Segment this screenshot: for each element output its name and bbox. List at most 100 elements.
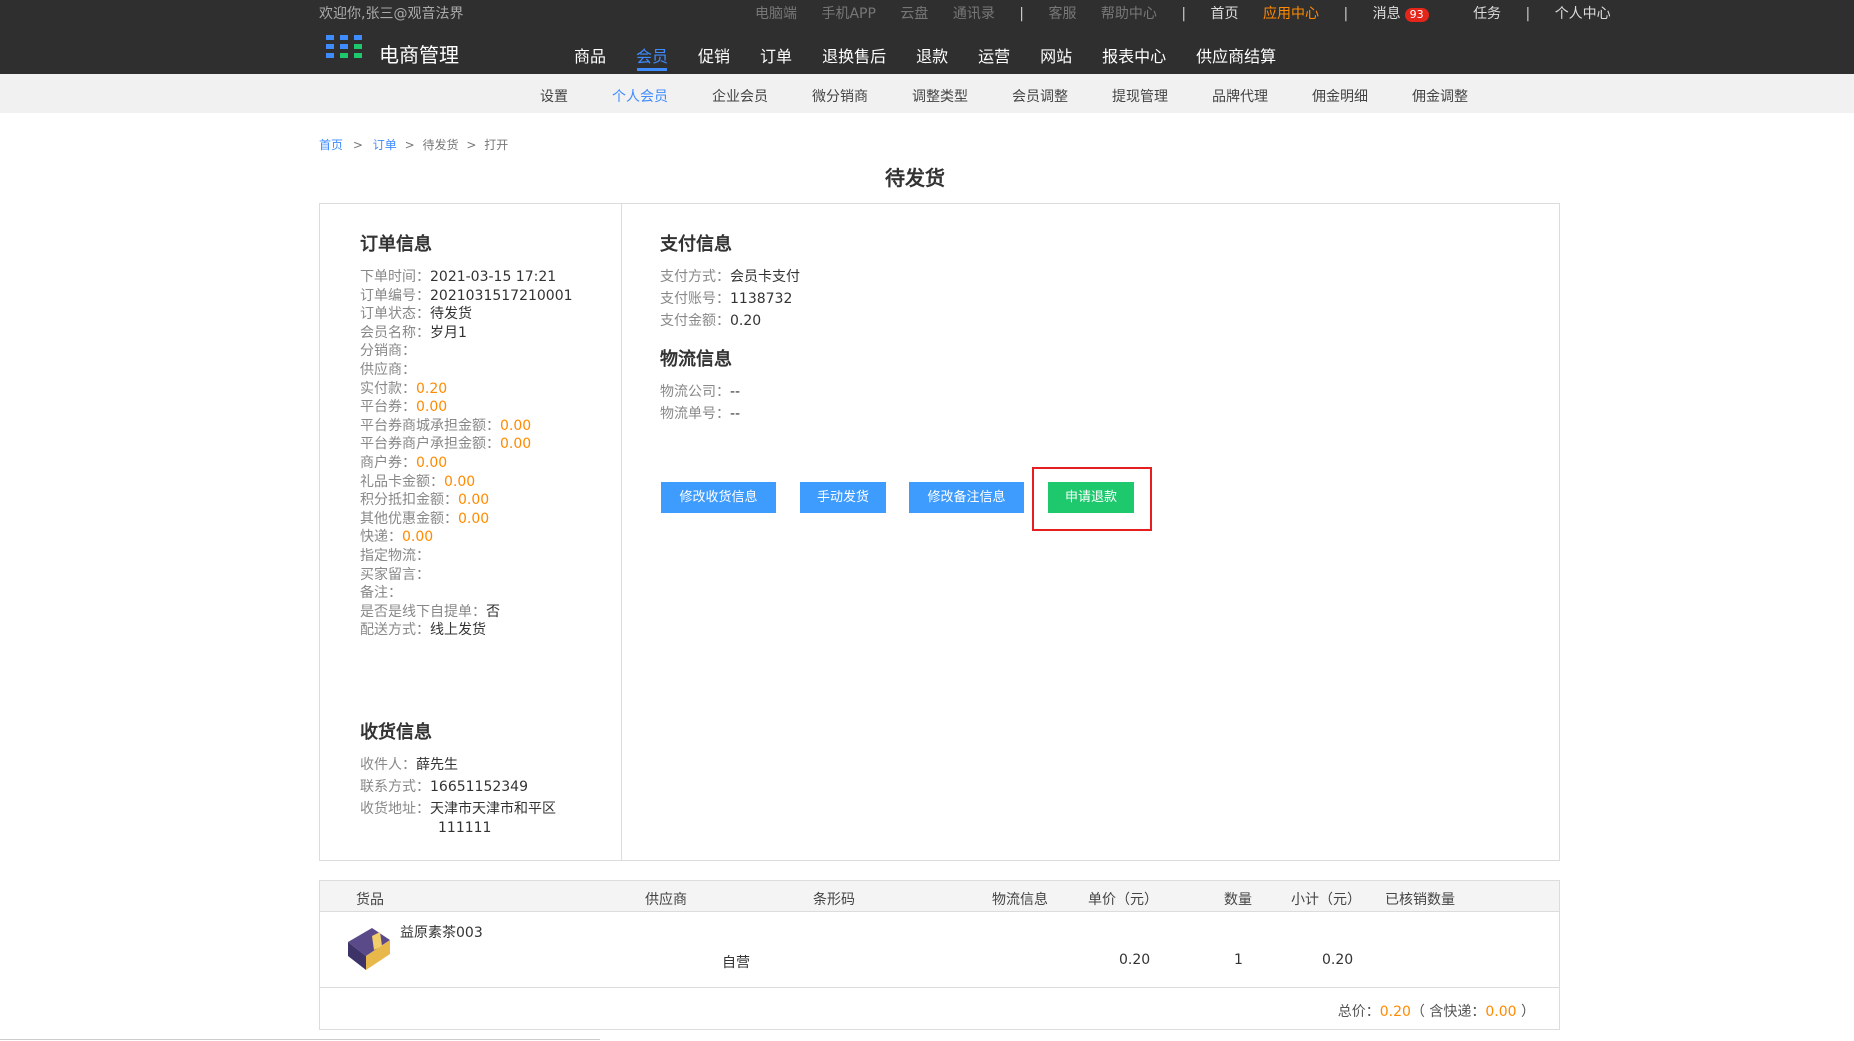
breadcrumb-pending: 待发货 (422, 138, 459, 152)
receiver-name-label: 收件人： (360, 757, 416, 773)
order-info-value: 0.00 (500, 436, 532, 453)
breadcrumb-sep: > (466, 138, 477, 152)
product-name[interactable]: 益原素茶003 (400, 922, 483, 942)
subnav-enterprise-members[interactable]: 企业会员 (712, 86, 768, 106)
receiver-phone-row: 联系方式：16651152349 (360, 776, 528, 796)
logistics-number-label: 物流单号： (660, 406, 730, 422)
link-desktop[interactable]: 电脑端 (755, 6, 797, 22)
order-info-row: 是否是线下自提单：否 (360, 601, 500, 621)
subnav-member-adjust[interactable]: 会员调整 (1012, 86, 1068, 106)
col-logistics: 物流信息 (992, 892, 1048, 908)
sub-nav-bar: 设置 个人会员 企业会员 微分销商 调整类型 会员调整 提现管理 品牌代理 佣金… (0, 74, 1854, 113)
order-info-label: 商户券： (360, 455, 416, 471)
subnav-brand-agent[interactable]: 品牌代理 (1212, 86, 1268, 106)
order-info-row: 分销商： (360, 340, 416, 360)
nav-supplier-settlement[interactable]: 供应商结算 (1196, 43, 1276, 67)
payment-method-row: 支付方式：会员卡支付 (660, 266, 800, 286)
link-service[interactable]: 客服 (1048, 6, 1076, 22)
order-info-row: 订单状态：待发货 (360, 303, 472, 323)
message-count-badge: 93 (1404, 8, 1429, 22)
payment-amount-value: 0.20 (730, 313, 762, 329)
order-info-value: 0.20 (416, 380, 448, 397)
receiver-address-line2: 111111 (438, 820, 492, 836)
receiver-info-title: 收货信息 (360, 722, 432, 743)
order-info-row: 备注： (360, 582, 402, 602)
receiver-address-value: 天津市天津市和平区 (430, 801, 556, 817)
link-personal-center[interactable]: 个人中心 (1555, 6, 1611, 22)
shipping-label: （ 含快递： (1410, 1004, 1486, 1020)
subnav-withdraw[interactable]: 提现管理 (1112, 86, 1168, 106)
edit-shipping-button[interactable]: 修改收货信息 (661, 482, 776, 513)
logistics-info-title: 物流信息 (660, 349, 732, 370)
total-label: 总价： (1337, 1004, 1380, 1020)
nav-promotion[interactable]: 促销 (698, 43, 730, 67)
receiver-name-row: 收件人：薛先生 (360, 754, 458, 774)
order-info-row: 平台券商城承担金额：0.00 (360, 415, 531, 435)
nav-members[interactable]: 会员 (636, 43, 668, 67)
table-row: 益原素茶003 自营 0.20 1 0.20 (320, 912, 1559, 988)
shipping-value: 0.00 (1485, 1004, 1517, 1020)
subnav-adjust-types[interactable]: 调整类型 (912, 86, 968, 106)
order-info-row: 指定物流： (360, 545, 430, 565)
breadcrumb-orders[interactable]: 订单 (373, 138, 397, 152)
order-total: 总价：0.20（ 含快递：0.00 ） (1338, 1001, 1535, 1021)
nav-operations[interactable]: 运营 (978, 43, 1010, 67)
link-contacts[interactable]: 通讯录 (953, 6, 995, 22)
receiver-phone-value: 16651152349 (430, 779, 528, 795)
breadcrumb-current: 打开 (484, 138, 509, 152)
link-home[interactable]: 首页 (1211, 6, 1239, 22)
nav-after-sales[interactable]: 退换售后 (822, 43, 886, 67)
brand-title: 电商管理 (379, 43, 459, 67)
order-info-row: 实付款：0.20 (360, 378, 447, 398)
order-info-value: 0.00 (402, 529, 434, 546)
subnav-personal-members[interactable]: 个人会员 (612, 86, 668, 106)
payment-amount-label: 支付金额： (660, 313, 730, 329)
order-info-value: 0.00 (458, 510, 490, 527)
link-cloud-disk[interactable]: 云盘 (900, 6, 928, 22)
subnav-settings[interactable]: 设置 (540, 86, 568, 106)
nav-goods[interactable]: 商品 (574, 43, 606, 67)
payment-account-row: 支付账号：1138732 (660, 288, 792, 308)
order-info-column: 订单信息 下单时间：2021-03-15 17:21 订单编号：202103151… (320, 204, 622, 860)
breadcrumb-home[interactable]: 首页 (319, 138, 343, 152)
order-info-label: 其他优惠金额： (360, 510, 458, 527)
subnav-micro-distributors[interactable]: 微分销商 (812, 86, 868, 106)
refund-highlight-box (1032, 467, 1152, 531)
order-info-label: 会员名称： (360, 324, 430, 341)
col-subtotal: 小计（元） (1291, 892, 1361, 908)
order-info-label: 分销商： (360, 343, 416, 360)
subnav-commission-detail[interactable]: 佣金明细 (1312, 86, 1368, 106)
link-app-center[interactable]: 应用中心 (1263, 6, 1319, 22)
order-info-row: 礼品卡金额：0.00 (360, 471, 475, 491)
order-info-value: 待发货 (430, 306, 472, 323)
manual-ship-button[interactable]: 手动发货 (800, 482, 886, 513)
nav-orders[interactable]: 订单 (760, 43, 792, 67)
goods-table: 货品 供应商 条形码 物流信息 单价（元） 数量 小计（元） 已核销数量 益原素… (319, 880, 1560, 1030)
order-info-value: 岁月1 (430, 324, 467, 341)
nav-website[interactable]: 网站 (1040, 43, 1072, 67)
nav-reports[interactable]: 报表中心 (1102, 43, 1166, 67)
link-messages[interactable]: 消息 93 (1373, 6, 1449, 22)
divider: | (1019, 6, 1024, 22)
receiver-address-label: 收货地址： (360, 801, 430, 817)
link-tasks[interactable]: 任务 (1473, 6, 1501, 22)
order-info-label: 买家留言： (360, 566, 430, 583)
subnav-commission-adjust[interactable]: 佣金调整 (1412, 86, 1468, 106)
order-info-label: 礼品卡金额： (360, 473, 444, 490)
order-info-label: 供应商： (360, 362, 416, 378)
edit-remark-button[interactable]: 修改备注信息 (909, 482, 1024, 513)
order-info-value: 0.00 (416, 399, 448, 416)
nav-refund[interactable]: 退款 (916, 43, 948, 67)
payment-account-label: 支付账号： (660, 291, 730, 307)
product-supplier: 自营 (722, 955, 750, 971)
payment-amount-row: 支付金额：0.20 (660, 310, 761, 330)
order-info-value: 2021-03-15 17:21 (430, 269, 557, 285)
link-mobile-app[interactable]: 手机APP (821, 6, 875, 22)
page-title: 待发货 (885, 166, 945, 190)
order-info-label: 备注： (360, 585, 402, 602)
receiver-address-row: 收货地址：天津市天津市和平区 (360, 798, 556, 818)
order-info-label: 快递： (360, 529, 402, 546)
link-help[interactable]: 帮助中心 (1101, 6, 1157, 22)
receiver-phone-label: 联系方式： (360, 779, 430, 795)
order-info-row: 其他优惠金额：0.00 (360, 508, 489, 528)
